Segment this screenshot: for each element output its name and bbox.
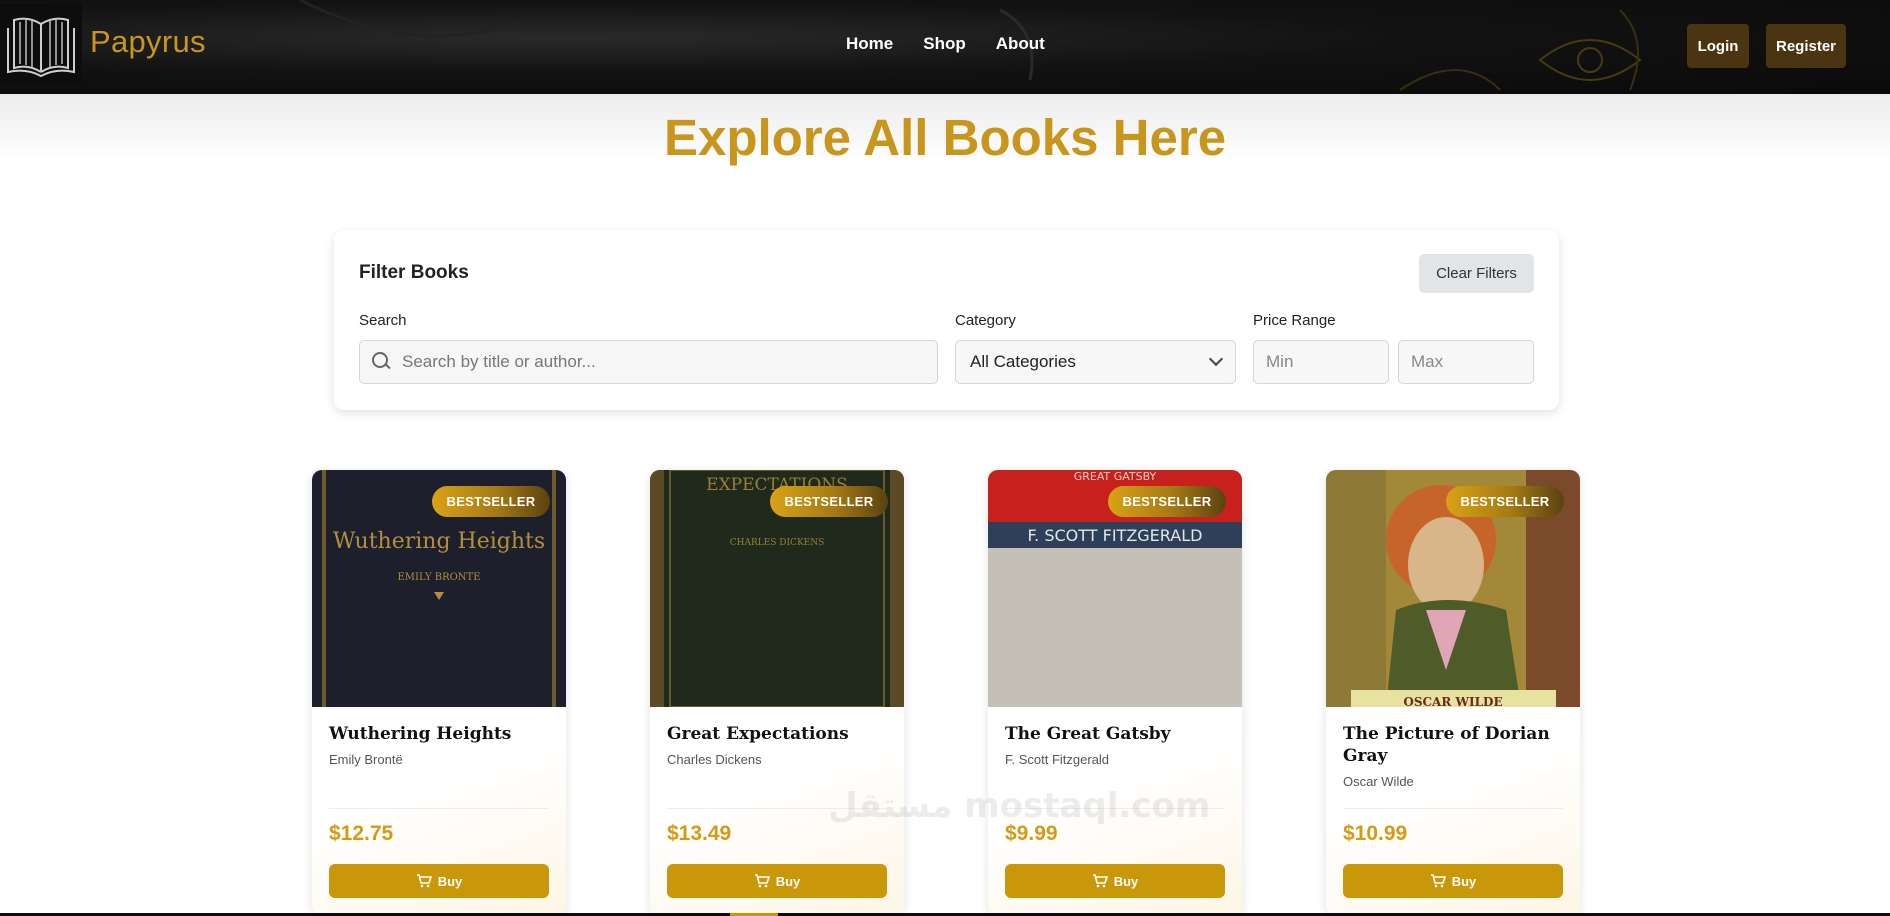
bestseller-badge: BESTSELLER bbox=[432, 486, 550, 517]
register-button[interactable]: Register bbox=[1766, 24, 1846, 68]
book-price: $12.75 bbox=[329, 822, 394, 845]
bestseller-badge: BESTSELLER bbox=[1108, 486, 1226, 517]
book-author: Emily Brontë bbox=[329, 752, 403, 767]
book-price: $13.49 bbox=[667, 822, 732, 845]
book-author: F. Scott Fitzgerald bbox=[1005, 752, 1110, 767]
book-title[interactable]: Wuthering Heights bbox=[329, 723, 554, 745]
nav-about[interactable]: About bbox=[996, 34, 1045, 54]
filter-panel: Filter Books Clear Filters Search Catego… bbox=[334, 230, 1559, 410]
category-value: All Categories bbox=[970, 352, 1076, 371]
cover-author: EMILY BRONTE bbox=[397, 572, 480, 583]
nav-home[interactable]: Home bbox=[846, 34, 893, 54]
clear-filters-button[interactable]: Clear Filters bbox=[1419, 254, 1534, 293]
cart-icon bbox=[416, 874, 432, 888]
buy-button[interactable]: Buy bbox=[667, 864, 887, 898]
buy-button[interactable]: Buy bbox=[1343, 864, 1563, 898]
book-price: $10.99 bbox=[1343, 822, 1408, 845]
buy-button[interactable]: Buy bbox=[329, 864, 549, 898]
filter-title: Filter Books bbox=[359, 262, 469, 283]
buy-label: Buy bbox=[1113, 873, 1139, 889]
cover-title-top: GREAT GATSBY bbox=[1074, 470, 1157, 483]
search-field[interactable] bbox=[359, 340, 938, 384]
price-min-field[interactable] bbox=[1253, 340, 1389, 384]
bestseller-badge: BESTSELLER bbox=[1446, 486, 1564, 517]
cart-icon bbox=[1430, 874, 1446, 888]
price-max-field[interactable] bbox=[1398, 340, 1534, 384]
login-button[interactable]: Login bbox=[1687, 24, 1749, 68]
page-title: Explore All Books Here bbox=[663, 109, 1227, 166]
book-title[interactable]: Great Expectations bbox=[667, 723, 892, 745]
top-navbar: Papyrus Home Shop About Login Register bbox=[0, 0, 1890, 94]
buy-label: Buy bbox=[437, 873, 463, 889]
bestseller-badge: BESTSELLER bbox=[770, 486, 888, 517]
category-label: Category bbox=[955, 312, 1016, 329]
buy-label: Buy bbox=[775, 873, 801, 889]
cart-icon bbox=[1092, 874, 1108, 888]
cover-author: CHARLES DICKENS bbox=[730, 538, 825, 548]
book-title[interactable]: The Great Gatsby bbox=[1005, 723, 1230, 745]
cover-author: F. SCOTT FITZGERALD bbox=[1028, 526, 1203, 545]
book-card[interactable]: GREAT GATSBY F. SCOTT FITZGERALD BESTSEL… bbox=[988, 470, 1242, 916]
book-author: Charles Dickens bbox=[667, 752, 762, 767]
logo-icon[interactable] bbox=[0, 4, 82, 84]
cover-author: OSCAR WILDE bbox=[1403, 695, 1502, 707]
divider bbox=[329, 808, 549, 809]
search-label: Search bbox=[359, 312, 407, 329]
cover-title: Wuthering Heights bbox=[333, 529, 545, 554]
book-card[interactable]: Wuthering Heights EMILY BRONTE BESTSELLE… bbox=[312, 470, 566, 916]
search-icon bbox=[372, 352, 392, 372]
cart-icon bbox=[754, 874, 770, 888]
search-input[interactable] bbox=[402, 352, 902, 372]
chevron-down-icon bbox=[1208, 351, 1224, 367]
price-min-input[interactable] bbox=[1266, 352, 1376, 372]
price-range-label: Price Range bbox=[1253, 312, 1336, 329]
buy-label: Buy bbox=[1451, 873, 1477, 889]
watermark: مستقل mostaql.com bbox=[828, 786, 1211, 826]
price-max-input[interactable] bbox=[1411, 352, 1521, 372]
book-card[interactable]: EXPECTATIONS CHARLES DICKENS BESTSELLER … bbox=[650, 470, 904, 916]
book-card[interactable]: OSCAR WILDE BESTSELLER The Picture of Do… bbox=[1326, 470, 1580, 916]
brand-name[interactable]: Papyrus bbox=[90, 24, 206, 60]
book-author: Oscar Wilde bbox=[1343, 774, 1414, 789]
main-nav: Home Shop About bbox=[846, 34, 1075, 54]
book-title[interactable]: The Picture of Dorian Gray bbox=[1343, 723, 1568, 767]
nav-shop[interactable]: Shop bbox=[923, 34, 966, 54]
buy-button[interactable]: Buy bbox=[1005, 864, 1225, 898]
category-select[interactable]: All Categories bbox=[955, 340, 1236, 384]
divider bbox=[1343, 808, 1563, 809]
